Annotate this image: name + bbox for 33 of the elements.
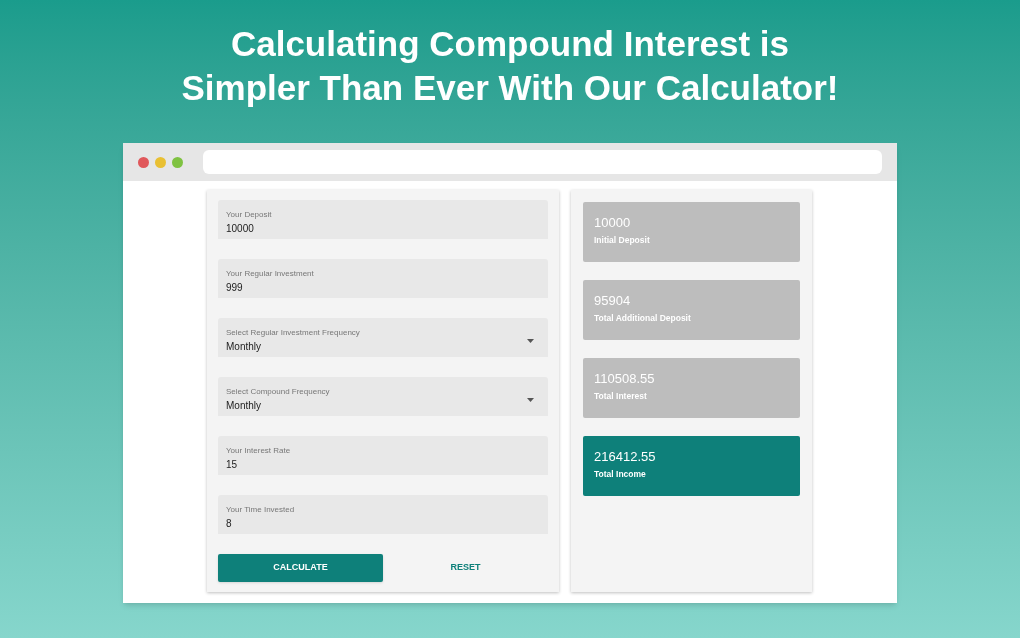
result-label: Total Interest [594,390,648,402]
select-field[interactable]: Select Regular Investment Frequency Monthly [218,318,548,357]
result-label: Total Income [594,468,647,480]
calculate-button[interactable]: CALCULATE [218,554,383,582]
field-value: 999 [226,280,244,295]
input-field[interactable]: Your Time Invested 8 [218,495,548,534]
result-value: 216412.55 [594,449,657,465]
field-value: 8 [226,516,233,531]
result-label: Total Additional Deposit [594,312,692,324]
input-field[interactable]: Your Regular Investment 999 [218,259,548,298]
select-field[interactable]: Select Compound Frequency Monthly [218,377,548,416]
dropdown-caret-icon [527,397,534,402]
field-value: 10000 [226,221,255,236]
result-label: Initial Deposit [594,234,651,246]
input-field[interactable]: Your Deposit 10000 [218,200,548,239]
result-value: 110508.55 [594,371,656,387]
result-value: 10000 [594,215,632,231]
result-value: 95904 [594,293,632,309]
field-value: 15 [226,457,239,472]
field-label: Your Deposit [226,209,272,220]
field-value: Monthly [226,339,262,354]
reset-button[interactable]: RESET [383,554,548,582]
field-value: Monthly [226,398,262,413]
field-label: Your Interest Rate [226,445,291,456]
field-label: Select Compound Frequency [226,386,330,397]
headline-text: Simpler Than Ever With Our Calculator! [181,67,839,109]
field-label: Your Time Invested [226,504,295,515]
field-label: Your Regular Investment [226,268,314,279]
headline-text: Calculating Compound Interest is [230,23,790,65]
address-bar[interactable] [203,150,882,174]
field-label: Select Regular Investment Frequency [226,327,360,338]
input-field[interactable]: Your Interest Rate 15 [218,436,548,475]
dropdown-caret-icon [527,338,534,343]
